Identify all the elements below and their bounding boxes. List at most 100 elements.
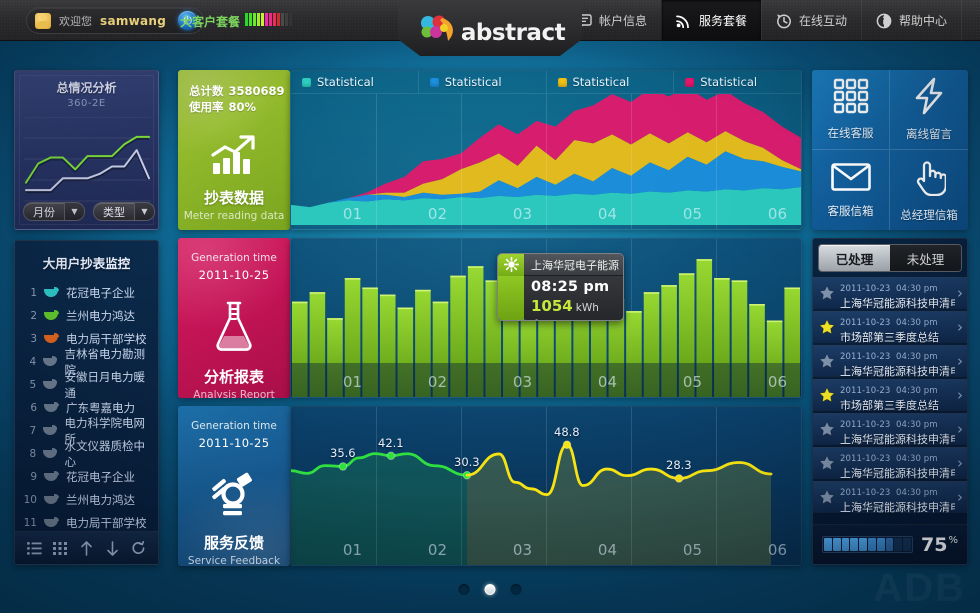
nav-item-4[interactable]: 帮助中心 (860, 0, 962, 41)
tab-1[interactable]: 已处理 (819, 245, 890, 271)
grid-view-icon[interactable] (51, 539, 69, 557)
quick-action-offline-message[interactable]: 离线留言 (890, 70, 968, 150)
list-item[interactable]: 1 花冠电子企业 (21, 281, 152, 304)
chevron-down-icon: ▼ (134, 203, 154, 220)
type-select[interactable]: 类型 ▼ (93, 202, 155, 221)
star-icon[interactable] (819, 353, 835, 369)
watermark: ADB (873, 566, 966, 610)
feedback-title-cn: 服务反馈 (203, 534, 264, 552)
star-icon[interactable] (819, 421, 835, 437)
progress-footer: 75% (813, 524, 967, 564)
list-item-index: 6 (30, 401, 37, 414)
list-view-icon[interactable] (25, 539, 43, 557)
arrow-down-icon[interactable] (104, 539, 122, 557)
nav-item-label: 帐户信息 (598, 14, 647, 28)
bar-chart-plot: 01 02 03 04 05 06 上海华冠电子能源 08:25 pm 1054… (291, 239, 801, 397)
nav-item-2[interactable]: 服务套餐 (660, 0, 761, 41)
notification-date: 2011-10-23 04:30 pm (840, 317, 938, 328)
legend-item-3[interactable]: Statistical (547, 71, 675, 93)
info-circle-icon (876, 13, 892, 29)
rss-signal-icon (676, 13, 692, 29)
overview-subtitle: 360-2E (67, 98, 106, 109)
chevron-right-icon: › (957, 420, 963, 438)
notification-item[interactable]: 2011-10-23 04:30 pm 市场部第三季度总结 › (813, 311, 967, 344)
list-item-index: 2 (30, 309, 37, 322)
data-label: 42.1 (378, 435, 404, 450)
tab-2[interactable]: 未处理 (890, 245, 961, 271)
notification-item[interactable]: 2011-10-23 04:30 pm 上海华冠能源科技申清电量› (813, 345, 967, 378)
notification-item[interactable]: 2011-10-23 04:30 pm 上海华冠能源科技申清电量› (813, 481, 967, 514)
notification-text: 2011-10-23 04:30 pm 上海华冠能源科技申清电量 (840, 276, 955, 311)
user-pill[interactable]: 欢迎您 samwang ⏻ (26, 7, 205, 34)
plan-level-bar (289, 13, 292, 26)
logo-text: abstract (460, 20, 566, 46)
pagination-dot-3[interactable] (510, 584, 522, 595)
meter-device-icon (43, 448, 58, 459)
tooltip-reading: 1054 kWh (531, 296, 623, 315)
meter-usage-row: 使用率 80% (178, 99, 290, 115)
overview-filters: 月份 ▼ 类型 ▼ (23, 202, 155, 221)
analysis-report-card[interactable]: Generation time 2011-10-25 分析报表 Analysis… (178, 238, 290, 398)
meter-device-icon (43, 356, 58, 367)
notification-item[interactable]: 2011-10-23 04:30 pm 上海华冠能源科技申清电量› (813, 447, 967, 480)
quick-action-manager-mailbox[interactable]: 总经理信箱 (890, 150, 968, 230)
notification-item[interactable]: 2011-10-23 04:30 pm 上海华冠能源科技申清电量› (813, 276, 967, 311)
flask-icon (178, 300, 290, 352)
list-item[interactable]: 10 兰州电力鸿达 (21, 488, 152, 511)
meter-title-cn: 抄表数据 (203, 189, 264, 207)
legend-item-1[interactable]: Statistical (291, 71, 419, 93)
user-monitor-title: 大用户抄表监控 (42, 256, 131, 271)
star-icon[interactable] (819, 387, 835, 403)
tooltip-time: 08:25 pm (531, 279, 610, 295)
progress-bar[interactable] (822, 536, 914, 553)
notification-text: 2011-10-23 04:30 pm 市场部第三季度总结 (840, 378, 955, 413)
list-item[interactable]: 9 花冠电子企业 (21, 465, 152, 488)
legend-item-2[interactable]: Statistical (419, 71, 547, 93)
plan-level-bar (285, 13, 288, 26)
notification-item[interactable]: 2011-10-23 04:30 pm 上海华冠能源科技申清电量› (813, 413, 967, 446)
meter-total-value: 3580689 (228, 84, 285, 98)
notification-title: 上海华冠能源科技申清电量 (840, 466, 955, 480)
nav-item-3[interactable]: 在线互动 (760, 0, 861, 41)
lightning-bolt-icon (911, 77, 947, 119)
welcome-text: 欢迎您 (59, 14, 92, 28)
star-icon[interactable] (819, 285, 835, 301)
star-icon[interactable] (819, 489, 835, 505)
nav-item-label: 帮助中心 (898, 14, 947, 28)
envelope-icon (830, 162, 871, 196)
quick-action-label: 总经理信箱 (900, 207, 958, 222)
bar-chart-arrow-icon (178, 135, 290, 175)
meter-device-icon (43, 379, 58, 390)
area-chart-legend: Statistical Statistical Statistical Statist… (291, 71, 801, 94)
line-chart-svg (291, 407, 773, 565)
analysis-title-cn: 分析报表 (203, 368, 264, 386)
list-item-label: 花冠电子企业 (66, 469, 135, 484)
pagination-dot-2[interactable] (484, 584, 496, 595)
legend-swatch (557, 77, 567, 87)
list-item[interactable]: 5 安徽日月电力暖通 (21, 370, 152, 400)
list-item[interactable]: 8 水文仪器质检中心 (21, 439, 152, 469)
refresh-icon[interactable] (130, 539, 148, 557)
data-label: 35.6 (330, 446, 356, 461)
service-feedback-card[interactable]: Generation time 2011-10-25 服务反馈 Service … (178, 406, 290, 566)
notification-item[interactable]: 2011-10-23 04:30 pm 市场部第三季度总结 › (813, 378, 967, 413)
legend-item-4[interactable]: Statistical (674, 71, 801, 93)
pagination-dot-1[interactable] (458, 584, 470, 595)
star-icon[interactable] (819, 319, 835, 335)
month-select[interactable]: 月份 ▼ (23, 202, 85, 221)
list-item-index: 8 (29, 447, 37, 460)
progress-segment (876, 538, 885, 551)
quick-action-service-mailbox[interactable]: 客服信箱 (812, 150, 890, 230)
meter-reading-card[interactable]: 总计数 3580689 使用率 80% 抄表数据 Meter reading dat… (178, 70, 290, 230)
arrow-up-icon[interactable] (77, 539, 95, 557)
chevron-right-icon: › (957, 386, 963, 404)
list-item-index: 4 (29, 355, 37, 368)
statistical-area-chart-panel: Statistical Statistical Statistical Statist… (290, 70, 802, 230)
list-item[interactable]: 2 兰州电力鸿达 (21, 304, 152, 327)
star-icon[interactable] (819, 455, 835, 471)
list-item-label: 广东粤嘉电力 (66, 400, 135, 415)
quick-action-online-service[interactable]: 在线客服 (812, 70, 890, 150)
meter-total-row: 总计数 3580689 (178, 70, 290, 99)
meter-device-icon (44, 333, 59, 344)
progress-unit: % (948, 535, 958, 547)
